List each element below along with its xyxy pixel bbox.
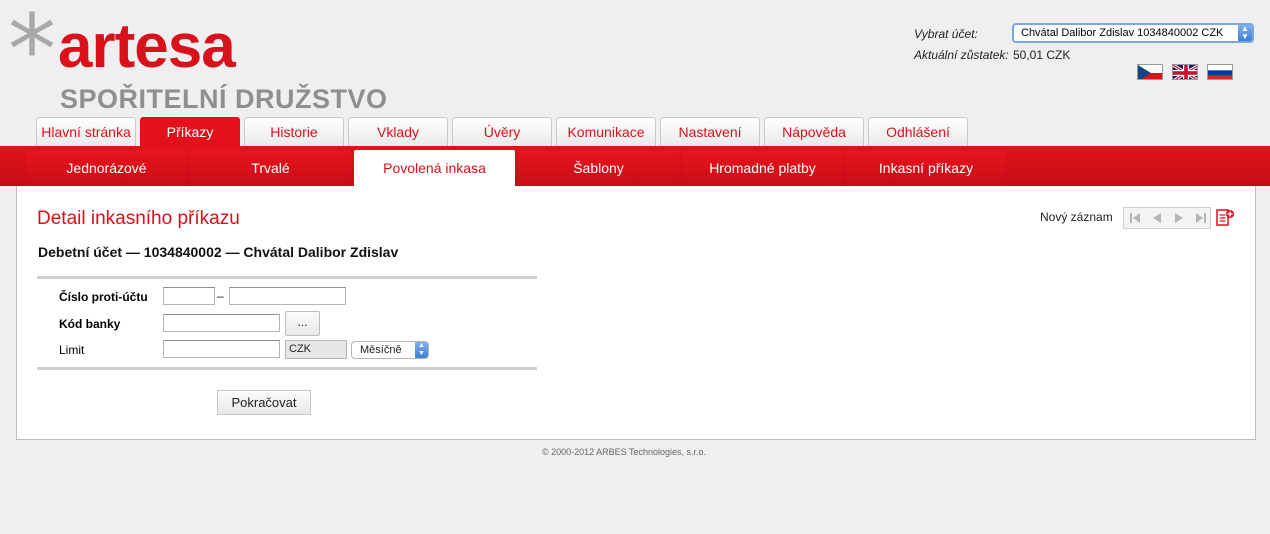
tab-napoveda[interactable]: Nápověda	[764, 117, 864, 147]
counter-account-label: Číslo proti-účtu	[59, 290, 148, 304]
continue-button[interactable]: Pokračovat	[217, 390, 311, 415]
tab-historie[interactable]: Historie	[244, 117, 344, 147]
logo-subtitle: SPOŘITELNÍ DRUŽSTVO	[60, 84, 388, 114]
subtab-povolena-inkasa[interactable]: Povolená inkasa	[354, 150, 515, 186]
content-panel: Detail inkasního příkazu Debetní účet — …	[16, 186, 1256, 440]
tab-hlavni-stranka[interactable]: Hlavní stránka	[36, 117, 136, 147]
account-select[interactable]: Chvátal Dalibor Zdislav 1034840002 CZK ▲…	[1012, 23, 1254, 43]
tab-odhlaseni[interactable]: Odhlášení	[868, 117, 968, 147]
bank-code-input[interactable]	[163, 314, 280, 332]
subtab-jednorazove[interactable]: Jednorázové	[26, 150, 187, 186]
new-document-icon[interactable]	[1215, 207, 1235, 229]
last-record-icon[interactable]	[1190, 208, 1212, 228]
next-record-icon[interactable]	[1168, 208, 1190, 228]
debit-account-heading: Debetní účet — 1034840002 — Chvátal Dali…	[38, 244, 399, 260]
limit-label: Limit	[59, 343, 85, 357]
account-select-label: Vybrat účet:	[914, 27, 978, 41]
balance-value: 50,01 CZK	[1013, 48, 1071, 62]
uk-flag-icon[interactable]	[1172, 64, 1198, 80]
balance-label: Aktuální zůstatek:	[914, 48, 1009, 62]
bank-code-label: Kód banky	[59, 317, 121, 331]
record-navigation	[1123, 207, 1211, 229]
counter-account-number-input[interactable]	[229, 287, 346, 305]
russian-flag-icon[interactable]	[1207, 64, 1233, 80]
chevron-updown-icon: ▲ ▼	[415, 342, 428, 358]
page-title: Detail inkasního příkazu	[37, 208, 240, 229]
previous-record-icon[interactable]	[1146, 208, 1168, 228]
czech-flag-icon[interactable]	[1137, 64, 1163, 80]
subtab-trvale[interactable]: Trvalé	[190, 150, 351, 186]
chevron-updown-icon: ▲ ▼	[1238, 25, 1252, 41]
first-record-icon[interactable]	[1124, 208, 1146, 228]
logo-asterisk: *	[8, 0, 56, 106]
bank-lookup-button[interactable]: ...	[285, 311, 320, 336]
logo-wordmark[interactable]: artesa	[58, 16, 236, 78]
tab-prikazy[interactable]: Příkazy	[140, 117, 240, 147]
currency-field: CZK	[285, 340, 347, 359]
form-bottom-divider	[37, 367, 537, 370]
account-select-value: Chvátal Dalibor Zdislav 1034840002 CZK	[1021, 27, 1224, 39]
subtab-sablony[interactable]: Šablony	[518, 150, 679, 186]
footer-copyright: © 2000-2012 ARBES Technologies, s.r.o.	[541, 447, 707, 457]
subtab-inkasni-prikazy[interactable]: Inkasní příkazy	[846, 150, 1006, 186]
tab-komunikace[interactable]: Komunikace	[556, 117, 656, 147]
tab-vklady[interactable]: Vklady	[348, 117, 448, 147]
period-select-value: Měsíčně	[360, 344, 402, 356]
period-select[interactable]: Měsíčně ▲ ▼	[351, 341, 429, 359]
counter-account-prefix-input[interactable]	[163, 287, 215, 305]
form-top-divider	[37, 276, 537, 279]
limit-input[interactable]	[163, 340, 280, 358]
tab-uvery[interactable]: Úvěry	[452, 117, 552, 147]
new-record-label: Nový záznam	[1040, 210, 1113, 224]
counter-account-separator: –	[217, 289, 224, 303]
subtab-hromadne-platby[interactable]: Hromadné platby	[682, 150, 843, 186]
tab-nastaveni[interactable]: Nastavení	[660, 117, 760, 147]
